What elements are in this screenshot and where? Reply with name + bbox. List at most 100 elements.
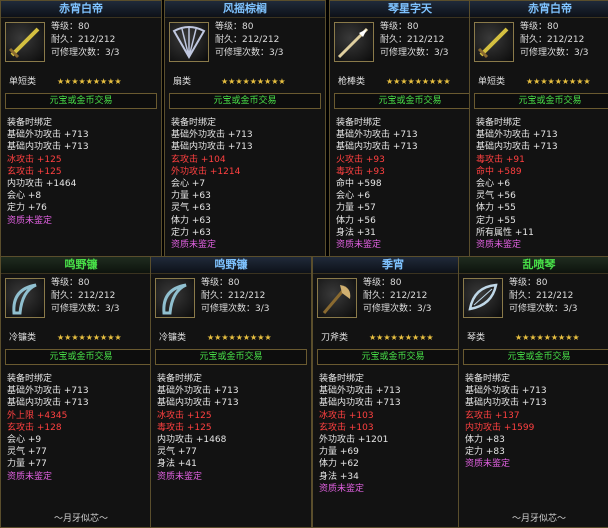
- item-level: 等级：80: [215, 22, 254, 32]
- attribute-list: 装备时绑定 基础外功攻击 +713 基础内功攻击 +713 冰攻击 +125 玄攻击 …: [1, 113, 161, 231]
- attribute-line: 外功攻击 +1201: [319, 435, 389, 446]
- trade-type-label: 元宝或金币交易: [5, 93, 157, 109]
- star-rating: ★★★★★★★★★: [57, 77, 122, 86]
- attribute-line: 基础内功攻击 +713: [157, 398, 239, 409]
- attribute-line: 毒攻击 +125: [157, 422, 212, 433]
- attribute-list: 装备时绑定 基础外功攻击 +713 基础内功攻击 +713 玄攻击 +137 内功攻击…: [459, 369, 608, 475]
- attribute-list: 装备时绑定 基础外功攻击 +713 基础内功攻击 +713 玄攻击 +104 外功攻击…: [165, 113, 325, 255]
- star-rating: ★★★★★★★★★: [386, 77, 451, 86]
- attribute-line: 基础内功攻击 +713: [465, 398, 547, 409]
- attribute-line: 外上限 +4345: [7, 410, 68, 421]
- item-tooltip-card: 赤宵白帝 等级：80 耐久：212/212 可修理次数：3/3 单短类 ★★★★…: [469, 0, 608, 272]
- item-repair-count: 可修理次数：3/3: [509, 304, 578, 314]
- attribute-line: 玄攻击 +125: [7, 166, 62, 177]
- item-name: 赤宵白帝: [470, 1, 608, 18]
- item-tooltip-card: 琴星字天 等级：80 耐久：212/212 可修理次数：3/3 枪棒类 ★★★★…: [329, 0, 491, 272]
- attribute-line: 会心 +6: [336, 191, 371, 202]
- attribute-line: 毒攻击 +93: [336, 166, 385, 177]
- set-name: ～月牙似芯～: [511, 514, 566, 524]
- star-rating: ★★★★★★★★★: [221, 77, 286, 86]
- set-name: ～月牙似芯～: [53, 514, 108, 524]
- item-level: 等级：80: [201, 278, 240, 288]
- spear-icon[interactable]: [334, 22, 374, 62]
- attribute-line: 会心 +7: [171, 179, 206, 190]
- attribute-line: 灵气 +63: [171, 203, 211, 214]
- attribute-line: 所有属性 +11: [476, 227, 534, 238]
- aptitude-status: 资质未鉴定: [465, 459, 511, 470]
- attribute-line: 命中 +589: [476, 166, 522, 177]
- item-name: 赤宵白帝: [1, 1, 161, 18]
- attribute-line: 基础内功攻击 +713: [319, 398, 401, 409]
- attribute-line: 基础外功攻击 +713: [336, 130, 418, 141]
- attribute-line: 基础外功攻击 +713: [157, 386, 239, 397]
- sickle-icon[interactable]: [5, 278, 45, 318]
- item-category: 枪棒类: [338, 77, 366, 87]
- attribute-list: 装备时绑定 基础外功攻击 +713 基础内功攻击 +713 冰攻击 +103 玄攻击 …: [313, 369, 473, 499]
- attribute-list: 装备时绑定 基础外功攻击 +713 基础内功攻击 +713 毒攻击 +91 命中 +5…: [470, 113, 608, 255]
- zither-icon[interactable]: [463, 278, 503, 318]
- attribute-line: 体力 +63: [171, 215, 211, 226]
- attribute-line: 身法 +41: [157, 459, 197, 470]
- star-rating: ★★★★★★★★★: [515, 333, 580, 342]
- attribute-line: 会心 +9: [7, 435, 42, 446]
- trade-type-label: 元宝或金币交易: [169, 93, 321, 109]
- item-repair-count: 可修理次数：3/3: [51, 48, 120, 58]
- axe-icon[interactable]: [317, 278, 357, 318]
- item-level: 等级：80: [380, 22, 419, 32]
- item-category: 冷镰类: [9, 333, 37, 343]
- item-durability: 耐久：212/212: [509, 291, 574, 301]
- aptitude-status: 资质未鉴定: [157, 471, 203, 482]
- aptitude-status: 资质未鉴定: [7, 215, 53, 226]
- item-tooltip-card: 乱喷琴 等级：80 耐久：212/212 可修理次数：3/3 琴类 ★★★★★★…: [458, 256, 608, 528]
- bind-status: 装备时绑定: [7, 118, 53, 128]
- item-durability: 耐久：212/212: [520, 35, 585, 45]
- dagger-icon[interactable]: [5, 22, 45, 62]
- attribute-line: 定力 +55: [476, 215, 516, 226]
- dagger-icon[interactable]: [474, 22, 514, 62]
- item-tooltip-card: 风摇棕榈 等级：80 耐久：212/212 可修理次数：3/3 扇类 ★★★★★…: [164, 0, 326, 272]
- bind-status: 装备时绑定: [476, 118, 522, 128]
- item-name: 琴星字天: [330, 1, 490, 18]
- trade-type-label: 元宝或金币交易: [5, 349, 157, 365]
- attribute-line: 内功攻击 +1599: [465, 422, 535, 433]
- star-rating: ★★★★★★★★★: [526, 77, 591, 86]
- item-durability: 耐久：212/212: [51, 291, 116, 301]
- item-category: 扇类: [173, 77, 192, 87]
- star-rating: ★★★★★★★★★: [57, 333, 122, 342]
- attribute-line: 基础外功攻击 +713: [319, 386, 401, 397]
- attribute-line: 力量 +57: [336, 203, 376, 214]
- attribute-line: 内功攻击 +1464: [7, 179, 77, 190]
- item-repair-count: 可修理次数：3/3: [520, 48, 589, 58]
- attribute-line: 力量 +77: [7, 459, 47, 470]
- item-level: 等级：80: [520, 22, 559, 32]
- aptitude-status: 资质未鉴定: [476, 240, 522, 251]
- attribute-line: 基础内功攻击 +713: [7, 142, 89, 153]
- attribute-line: 外功攻击 +1214: [171, 166, 241, 177]
- sickle-icon[interactable]: [155, 278, 195, 318]
- fan-icon[interactable]: [169, 22, 209, 62]
- trade-type-label: 元宝或金币交易: [155, 349, 307, 365]
- item-durability: 耐久：212/212: [201, 291, 266, 301]
- bind-status: 装备时绑定: [7, 374, 53, 384]
- item-category: 单短类: [9, 77, 37, 87]
- item-category: 琴类: [467, 333, 486, 343]
- attribute-line: 基础外功攻击 +713: [7, 130, 89, 141]
- item-level: 等级：80: [509, 278, 548, 288]
- attribute-line: 定力 +83: [465, 447, 505, 458]
- attribute-line: 基础外功攻击 +713: [476, 130, 558, 141]
- attribute-line: 基础内功攻击 +713: [336, 142, 418, 153]
- attribute-line: 基础外功攻击 +713: [171, 130, 253, 141]
- attribute-line: 力量 +69: [319, 447, 359, 458]
- attribute-line: 内功攻击 +1468: [157, 435, 227, 446]
- item-level: 等级：80: [363, 278, 402, 288]
- attribute-line: 定力 +63: [171, 227, 211, 238]
- trade-type-label: 元宝或金币交易: [317, 349, 469, 365]
- item-tooltip-card: 季宵 等级：80 耐久：212/212 可修理次数：3/3 刀斧类 ★★★★★★…: [312, 256, 474, 528]
- attribute-line: 火攻击 +93: [336, 154, 385, 165]
- item-name: 乱喷琴: [459, 257, 608, 274]
- trade-type-label: 元宝或金币交易: [334, 93, 486, 109]
- trade-type-label: 元宝或金币交易: [474, 93, 608, 109]
- attribute-line: 灵气 +77: [7, 447, 47, 458]
- attribute-line: 灵气 +56: [476, 191, 516, 202]
- star-rating: ★★★★★★★★★: [207, 333, 272, 342]
